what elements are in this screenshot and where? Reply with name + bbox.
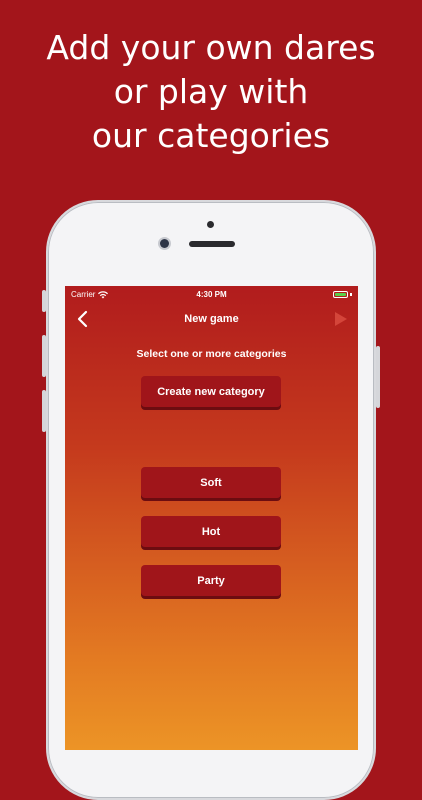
front-camera bbox=[160, 239, 169, 248]
category-hot-button[interactable]: Hot bbox=[141, 516, 281, 547]
battery-level bbox=[335, 293, 346, 296]
category-prompt: Select one or more categories bbox=[136, 348, 287, 360]
status-bar: Carrier 4:30 PM bbox=[65, 286, 358, 304]
headline-line-3: our categories bbox=[91, 116, 331, 155]
navigation-bar: New game bbox=[65, 304, 358, 334]
status-time: 4:30 PM bbox=[196, 290, 227, 299]
promo-headline: Add your own dares or play with our cate… bbox=[0, 26, 422, 158]
category-party-button[interactable]: Party bbox=[141, 565, 281, 596]
headline-line-2: or play with bbox=[113, 72, 309, 111]
phone-sensor bbox=[207, 221, 214, 228]
battery-tip bbox=[350, 293, 352, 296]
phone-power-button bbox=[376, 346, 380, 408]
create-category-button[interactable]: Create new category bbox=[141, 376, 281, 407]
phone-volume-up bbox=[42, 335, 46, 377]
app-screen: Carrier 4:30 PM New game Select one or m… bbox=[65, 286, 358, 750]
battery-icon bbox=[333, 291, 348, 298]
headline-line-1: Add your own dares bbox=[46, 28, 376, 67]
phone-mute-switch bbox=[42, 290, 46, 312]
phone-volume-down bbox=[42, 390, 46, 432]
nav-title: New game bbox=[184, 313, 239, 325]
category-soft-button[interactable]: Soft bbox=[141, 467, 281, 498]
phone-speaker bbox=[189, 241, 235, 247]
play-icon[interactable] bbox=[334, 311, 348, 327]
